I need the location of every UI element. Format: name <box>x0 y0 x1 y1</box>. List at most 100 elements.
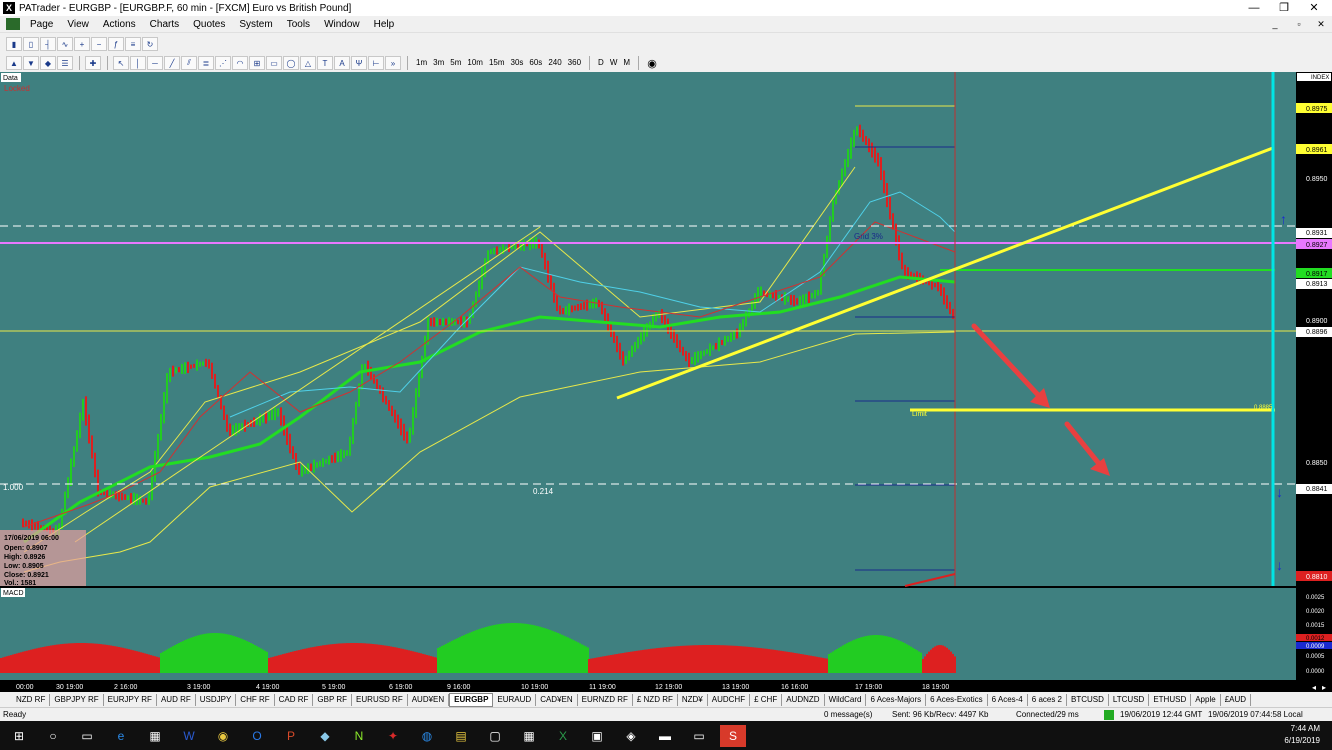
symbol-tab[interactable]: 6 Aces-Majors <box>866 694 927 706</box>
fibonacci-icon[interactable]: ≣ <box>198 56 214 70</box>
edge-icon[interactable]: e <box>108 725 134 747</box>
timeframe-240[interactable]: 240 <box>545 56 564 70</box>
menu-actions[interactable]: Actions <box>96 19 143 30</box>
menu-page[interactable]: Page <box>23 19 60 30</box>
close-button[interactable]: ✕ <box>1296 0 1332 16</box>
app-icon[interactable]: ◈ <box>618 725 644 747</box>
excel-icon[interactable]: X <box>550 725 576 747</box>
zoom-in-icon[interactable]: + <box>74 37 90 51</box>
symbol-tab[interactable]: £AUD <box>1221 694 1252 706</box>
timeframe-10m[interactable]: 10m <box>464 56 486 70</box>
app-icon[interactable]: ✦ <box>380 725 406 747</box>
mdi-close-button[interactable]: ✕ <box>1310 16 1332 33</box>
template-icon[interactable]: ≡ <box>125 37 141 51</box>
menu-view[interactable]: View <box>60 19 96 30</box>
channel-icon[interactable]: ⫽ <box>181 56 197 70</box>
refresh-chart-icon[interactable]: ↻ <box>142 37 158 51</box>
symbol-tab[interactable]: EURNZD RF <box>578 694 633 706</box>
sync-clock-icon[interactable]: ◉ <box>644 56 660 70</box>
symbol-tab[interactable]: NZD RF <box>12 694 51 706</box>
horizontal-line-icon[interactable]: ─ <box>147 56 163 70</box>
symbol-tab[interactable]: ETHUSD <box>1149 694 1192 706</box>
symbol-tab[interactable]: NZD¥ <box>678 694 708 706</box>
symbol-tab[interactable]: EURGBP <box>449 693 494 707</box>
crosshair-icon[interactable]: ✚ <box>85 56 101 70</box>
symbol-tab[interactable]: GBP RF <box>313 694 353 706</box>
trend-line-icon[interactable]: ╱ <box>164 56 180 70</box>
object-list-icon[interactable]: ☰ <box>57 56 73 70</box>
symbol-tab[interactable]: USDJPY <box>196 694 237 706</box>
menu-window[interactable]: Window <box>317 19 367 30</box>
fib-fan-icon[interactable]: ⋰ <box>215 56 231 70</box>
hlc-chart-icon[interactable]: ┤ <box>40 37 56 51</box>
scroll-right-icon[interactable]: ▸ <box>1322 683 1326 692</box>
ruler-icon[interactable]: ⊢ <box>368 56 384 70</box>
arrow-down-tool-icon[interactable]: ▼ <box>23 56 39 70</box>
symbol-tab[interactable]: AUD¥EN <box>408 694 450 706</box>
search-icon[interactable]: ○ <box>40 725 66 747</box>
symbol-tab[interactable]: 6 Aces-Exotics <box>926 694 988 706</box>
fib-arc-icon[interactable]: ◠ <box>232 56 248 70</box>
mdi-restore-button[interactable]: ▫ <box>1288 16 1310 33</box>
zoom-out-icon[interactable]: − <box>91 37 107 51</box>
outlook-icon[interactable]: O <box>244 725 270 747</box>
task-view-icon[interactable]: ▭ <box>74 725 100 747</box>
app-icon[interactable]: ▦ <box>142 725 168 747</box>
file-explorer-icon[interactable]: ▤ <box>448 725 474 747</box>
app-icon[interactable]: ▬ <box>652 725 678 747</box>
symbol-tab[interactable]: £ CHF <box>750 694 783 706</box>
app-icon[interactable]: N <box>346 725 372 747</box>
app-icon[interactable]: ◆ <box>312 725 338 747</box>
symbol-tab[interactable]: Apple <box>1191 694 1221 706</box>
symbol-tab[interactable]: LTCUSD <box>1109 694 1150 706</box>
timeframe-15m[interactable]: 15m <box>486 56 508 70</box>
timeframe-3m[interactable]: 3m <box>430 56 447 70</box>
chart-svg[interactable]: ↑ ↓ ↓ 17/06/2019 06:00 Open: 0.8907 High… <box>0 72 1332 692</box>
symbol-tab[interactable]: EURJPY RF <box>104 694 157 706</box>
gann-icon[interactable]: ⊞ <box>249 56 265 70</box>
symbol-tab[interactable]: AUD RF <box>157 694 196 706</box>
symbol-tab[interactable]: EURAUD <box>493 694 537 706</box>
symbol-tab[interactable]: CHF RF <box>236 694 275 706</box>
mdi-minimize-button[interactable]: _ <box>1264 16 1286 33</box>
symbol-tab[interactable]: CAD¥EN <box>536 694 578 706</box>
menu-charts[interactable]: Charts <box>143 19 186 30</box>
timeframe-360[interactable]: 360 <box>565 56 584 70</box>
timeframe-1m[interactable]: 1m <box>413 56 430 70</box>
chart-window[interactable]: ↑ ↓ ↓ 17/06/2019 06:00 Open: 0.8907 High… <box>0 72 1332 692</box>
menu-system[interactable]: System <box>232 19 279 30</box>
triangle-icon[interactable]: △ <box>300 56 316 70</box>
app-icon[interactable]: ▭ <box>686 725 712 747</box>
scroll-left-icon[interactable]: ◂ <box>1312 683 1316 692</box>
symbol-tab[interactable]: CAD RF <box>275 694 314 706</box>
timeframe-30s[interactable]: 30s <box>508 56 527 70</box>
symbol-tab[interactable]: EURUSD RF <box>352 694 408 706</box>
vertical-line-icon[interactable]: │ <box>130 56 146 70</box>
word-icon[interactable]: W <box>176 725 202 747</box>
powerpoint-icon[interactable]: P <box>278 725 304 747</box>
text-tool-icon[interactable]: T <box>317 56 333 70</box>
pitchfork-icon[interactable]: Ψ <box>351 56 367 70</box>
symbol-tab[interactable]: AUDNZD <box>782 694 825 706</box>
chrome-icon[interactable]: ◉ <box>210 725 236 747</box>
candle-chart-icon[interactable]: ▯ <box>23 37 39 51</box>
app-icon[interactable]: ▣ <box>584 725 610 747</box>
label-tool-icon[interactable]: A <box>334 56 350 70</box>
timeframe-60s[interactable]: 60s <box>526 56 545 70</box>
symbol-tab[interactable]: 6 Aces-4 <box>988 694 1028 706</box>
symbol-tab[interactable]: GBPJPY RF <box>50 694 104 706</box>
timeframe-d[interactable]: D <box>595 56 607 70</box>
timeframe-5m[interactable]: 5m <box>447 56 464 70</box>
symbol-tab[interactable]: AUDCHF <box>708 694 751 706</box>
zoom-icon[interactable]: ◍ <box>414 725 440 747</box>
menu-help[interactable]: Help <box>367 19 402 30</box>
symbol-tab[interactable]: 6 aces 2 <box>1028 694 1068 706</box>
cursor-icon[interactable]: ↖ <box>113 56 129 70</box>
rectangle-icon[interactable]: ▭ <box>266 56 282 70</box>
symbol-tab[interactable]: £ NZD RF <box>633 694 678 706</box>
ellipse-icon[interactable]: ◯ <box>283 56 299 70</box>
app-icon[interactable]: ▢ <box>482 725 508 747</box>
more-tools-icon[interactable]: » <box>385 56 401 70</box>
menu-quotes[interactable]: Quotes <box>186 19 232 30</box>
start-icon[interactable]: ⊞ <box>6 725 32 747</box>
